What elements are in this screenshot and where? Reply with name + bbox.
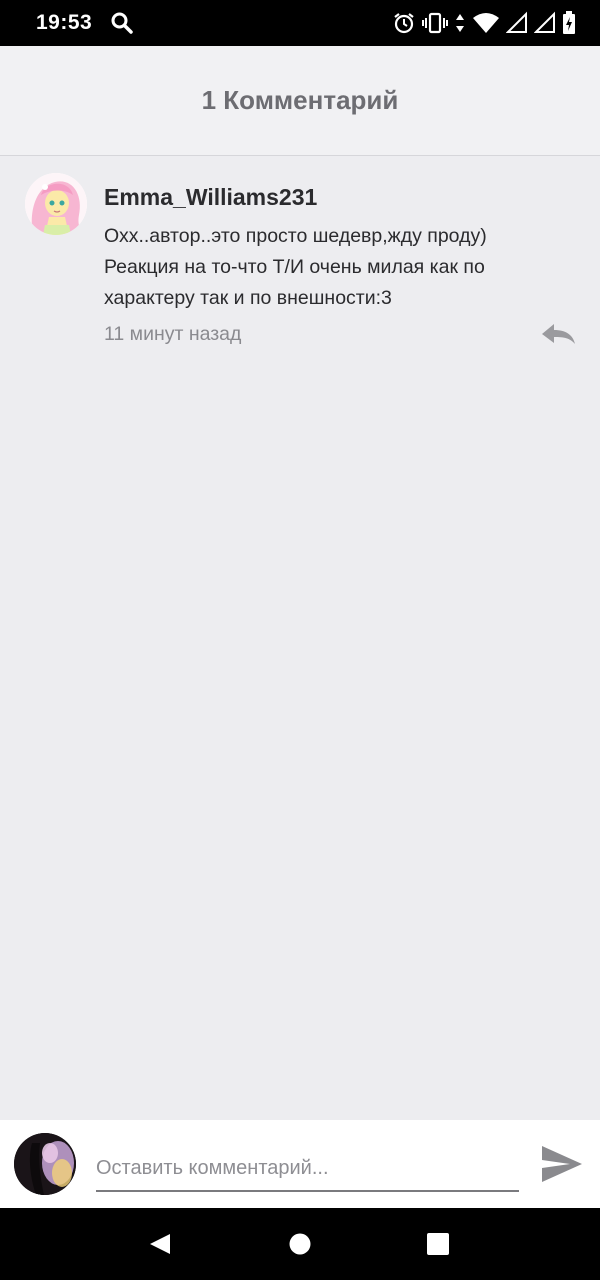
wifi-icon bbox=[473, 13, 499, 33]
comment-text: Охх..автор..это просто шедевр,жду проду)… bbox=[104, 225, 487, 309]
battery-charging-icon bbox=[563, 11, 575, 34]
back-triangle-icon[interactable] bbox=[148, 1232, 172, 1256]
user-avatar[interactable] bbox=[14, 1133, 76, 1195]
home-circle-icon[interactable] bbox=[288, 1232, 312, 1256]
system-nav-bar bbox=[0, 1208, 600, 1280]
signal-icon bbox=[506, 11, 527, 33]
alarm-icon bbox=[394, 13, 414, 34]
comment-author[interactable]: Emma_Williams231 bbox=[104, 184, 317, 211]
signal-icon bbox=[534, 11, 555, 33]
recents-square-icon[interactable] bbox=[426, 1232, 450, 1256]
avatar-pony-icon[interactable] bbox=[25, 173, 87, 235]
status-icons bbox=[392, 11, 576, 35]
comment-composer bbox=[0, 1120, 600, 1208]
page-title: 1 Комментарий bbox=[201, 85, 399, 115]
reply-icon[interactable] bbox=[538, 321, 578, 347]
vibrate-icon bbox=[422, 12, 448, 34]
status-time: 19:53 bbox=[36, 11, 93, 34]
status-bar: 19:53 bbox=[0, 0, 600, 46]
data-arrows-icon bbox=[456, 14, 464, 32]
comment-item: Emma_Williams231 Охх..автор..это просто … bbox=[0, 157, 600, 357]
comment-timestamp: 11 минут назад bbox=[104, 323, 242, 345]
search-icon bbox=[111, 12, 133, 34]
comment-input[interactable] bbox=[96, 1146, 519, 1192]
send-icon[interactable] bbox=[540, 1142, 584, 1186]
comments-header: 1 Комментарий bbox=[0, 46, 600, 156]
